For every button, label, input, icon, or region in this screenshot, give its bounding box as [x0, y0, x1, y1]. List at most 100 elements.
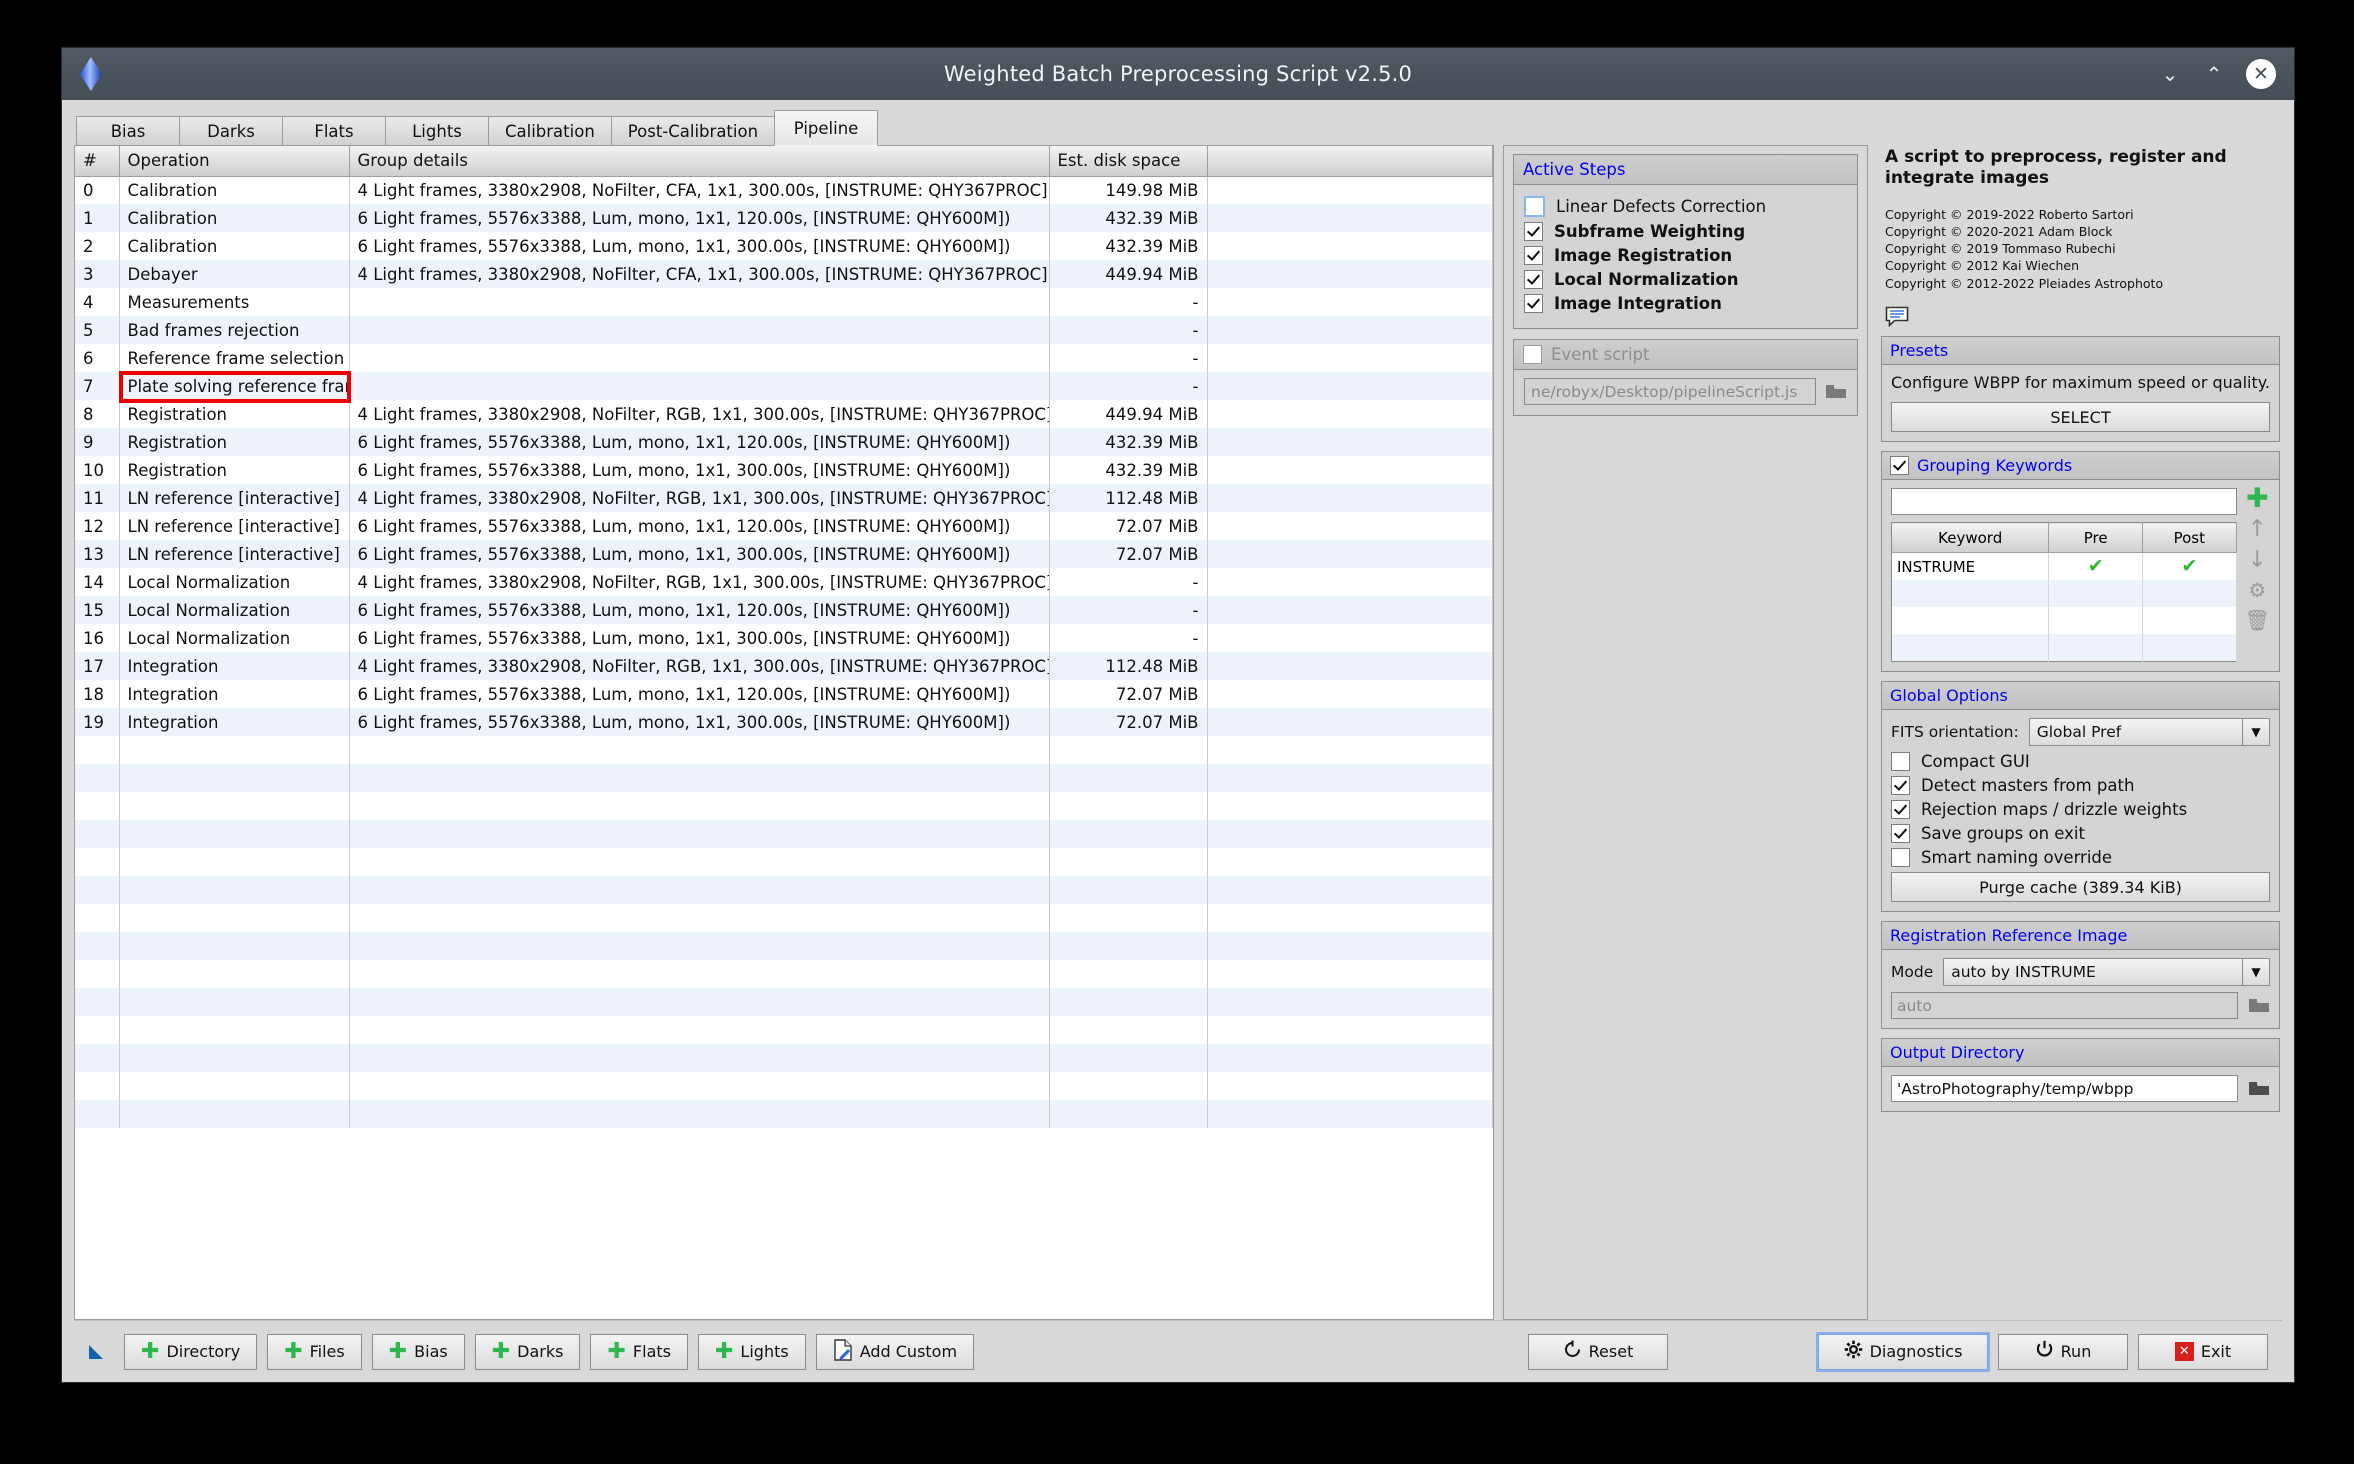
registration-reference-path-input[interactable]: auto [1891, 992, 2238, 1020]
table-row[interactable]: 1 Calibration 6 Light frames, 5576x3388, L… [75, 204, 1493, 232]
run-button[interactable]: Run [1998, 1333, 2128, 1370]
table-row[interactable]: 4 Measurements - [75, 288, 1493, 316]
option-smart-naming-override[interactable]: Smart naming override [1891, 848, 2270, 868]
chevron-down-icon[interactable]: ▼ [2242, 719, 2269, 746]
table-row[interactable]: INSTRUME ✔ ✔ [1891, 552, 2237, 581]
table-row[interactable]: 16 Local Normalization 6 Light frames, 557… [75, 624, 1493, 652]
checkbox-icon[interactable] [1524, 246, 1543, 265]
fits-orientation-select[interactable]: Global Pref ▼ [2028, 718, 2270, 747]
checkbox-icon[interactable] [1891, 776, 1910, 796]
add-custom-button[interactable]: Add Custom [815, 1333, 975, 1370]
cell-extra [1207, 484, 1493, 512]
kw-cell-pre[interactable]: ✔ [2048, 552, 2143, 581]
checkbox-icon[interactable] [1524, 270, 1543, 289]
table-row[interactable]: 18 Integration 6 Light frames, 5576x3388, … [75, 680, 1493, 708]
output-directory-input[interactable]: 'AstroPhotography/temp/wbpp [1891, 1075, 2238, 1103]
column-header-operation[interactable]: Operation [119, 146, 350, 177]
presets-select-button[interactable]: SELECT [1891, 402, 2270, 433]
tab-bias[interactable]: Bias [76, 116, 180, 146]
column-header-disk-space[interactable]: Est. disk space [1049, 146, 1208, 177]
step-subframe-weighting[interactable]: Subframe Weighting [1524, 222, 1847, 241]
checkbox-icon[interactable] [1891, 800, 1910, 820]
checkbox-icon[interactable] [1891, 848, 1910, 868]
table-row[interactable]: 10 Registration 6 Light frames, 5576x3388,… [75, 456, 1493, 484]
option-detect-masters-from-path[interactable]: Detect masters from path [1891, 776, 2270, 796]
table-row[interactable]: 3 Debayer 4 Light frames, 3380x2908, NoFil… [75, 260, 1493, 288]
add-files-button[interactable]: ✚ Files [267, 1333, 362, 1370]
step-linear-defects-correction[interactable]: Linear Defects Correction [1524, 196, 1847, 217]
tab-darks[interactable]: Darks [179, 116, 283, 146]
column-header-group[interactable]: Group details [349, 146, 1050, 177]
event-script-header[interactable]: Event script [1514, 340, 1857, 370]
grouping-keywords-header[interactable]: Grouping Keywords [1882, 452, 2279, 481]
tab-pipeline[interactable]: Pipeline [774, 110, 879, 146]
minimize-icon[interactable]: ⌄ [2158, 64, 2182, 84]
cell-index: 17 [75, 652, 120, 680]
add-flats-button[interactable]: ✚ Flats [590, 1333, 688, 1370]
move-up-icon[interactable]: ↑ [2248, 518, 2267, 541]
checkbox-icon[interactable] [1890, 456, 1909, 476]
table-row[interactable]: 11 LN reference [interactive] 4 Light fram… [75, 484, 1493, 512]
add-keyword-icon[interactable]: ✚ [2246, 485, 2269, 512]
option-compact-gui[interactable]: Compact GUI [1891, 752, 2270, 772]
cell-extra [1207, 400, 1493, 428]
purge-cache-button[interactable]: Purge cache (389.34 KiB) [1891, 872, 2270, 903]
column-header-index[interactable]: # [75, 146, 120, 177]
checkbox-icon[interactable] [1891, 824, 1910, 844]
checkbox-icon[interactable] [1523, 345, 1542, 364]
folder-icon[interactable] [2248, 997, 2270, 1014]
registration-mode-select[interactable]: auto by INSTRUME ▼ [1943, 958, 2270, 987]
table-row[interactable]: 6 Reference frame selection - [75, 344, 1493, 372]
checkbox-icon[interactable] [1524, 222, 1543, 241]
keyword-input[interactable] [1891, 488, 2237, 516]
kw-cell-post[interactable]: ✔ [2142, 552, 2237, 581]
table-row[interactable]: 12 LN reference [interactive] 6 Light fram… [75, 512, 1493, 540]
option-rejection-maps-drizzle-weights[interactable]: Rejection maps / drizzle weights [1891, 800, 2270, 820]
folder-icon[interactable] [1825, 383, 1847, 400]
table-row[interactable]: 19 Integration 6 Light frames, 5576x3388, … [75, 708, 1493, 736]
exit-button[interactable]: ✕ Exit [2138, 1333, 2268, 1370]
tab-lights[interactable]: Lights [385, 116, 489, 146]
table-row[interactable]: 7Plate solving reference frames - [75, 372, 1493, 400]
checkbox-icon[interactable] [1891, 752, 1910, 772]
table-row[interactable]: 13 LN reference [interactive] 6 Light fram… [75, 540, 1493, 568]
main-body: # Operation Group details Est. disk spac… [74, 145, 2282, 1320]
trash-icon[interactable]: 🗑 [2245, 610, 2270, 630]
reset-button[interactable]: Reset [1528, 1333, 1668, 1370]
step-local-normalization[interactable]: Local Normalization [1524, 270, 1847, 289]
table-row[interactable]: 9 Registration 6 Light frames, 5576x3388, … [75, 428, 1493, 456]
table-row[interactable]: 2 Calibration 6 Light frames, 5576x3388, L… [75, 232, 1493, 260]
documentation-bubble-icon[interactable] [1885, 306, 1909, 328]
chevron-down-icon[interactable]: ▼ [2242, 959, 2269, 986]
registration-mode-label: Mode [1891, 963, 1934, 982]
option-save-groups-on-exit[interactable]: Save groups on exit [1891, 824, 2270, 844]
pipeline-table-panel[interactable]: # Operation Group details Est. disk spac… [74, 145, 1494, 1320]
add-directory-button[interactable]: ✚ Directory [124, 1333, 258, 1370]
add-darks-button[interactable]: ✚ Darks [474, 1333, 581, 1370]
table-row[interactable]: 0 Calibration 4 Light frames, 3380x2908, N… [75, 176, 1493, 204]
cell-empty [75, 1072, 120, 1100]
tab-flats[interactable]: Flats [282, 116, 386, 146]
checkbox-icon[interactable] [1524, 294, 1543, 313]
diagnostics-button[interactable]: Diagnostics [1816, 1331, 1990, 1372]
move-down-icon[interactable]: ↓ [2248, 548, 2267, 571]
column-header-extra[interactable] [1207, 146, 1493, 177]
table-row[interactable]: 14 Local Normalization 4 Light frames, 338… [75, 568, 1493, 596]
step-image-integration[interactable]: Image Integration [1524, 294, 1847, 313]
add-lights-button[interactable]: ✚ Lights [697, 1333, 806, 1370]
tab-post-calibration[interactable]: Post-Calibration [610, 116, 776, 146]
tab-calibration[interactable]: Calibration [488, 116, 612, 146]
close-icon[interactable]: ✕ [2246, 59, 2276, 89]
table-row[interactable]: 15 Local Normalization 6 Light frames, 557… [75, 596, 1493, 624]
gear-icon[interactable]: ⚙ [2248, 580, 2266, 600]
folder-icon[interactable] [2248, 1080, 2270, 1097]
table-row[interactable]: 5 Bad frames rejection - [75, 316, 1493, 344]
table-row[interactable]: 17 Integration 4 Light frames, 3380x2908, … [75, 652, 1493, 680]
add-bias-button[interactable]: ✚ Bias [371, 1333, 465, 1370]
maximize-icon[interactable]: ⌃ [2202, 64, 2226, 84]
checkbox-icon[interactable] [1524, 196, 1545, 217]
step-image-registration[interactable]: Image Registration [1524, 246, 1847, 265]
event-script-path-input[interactable]: ne/robyx/Desktop/pipelineScript.js [1524, 378, 1816, 405]
table-row[interactable]: 8 Registration 4 Light frames, 3380x2908, … [75, 400, 1493, 428]
button-label: Directory [166, 1342, 241, 1361]
